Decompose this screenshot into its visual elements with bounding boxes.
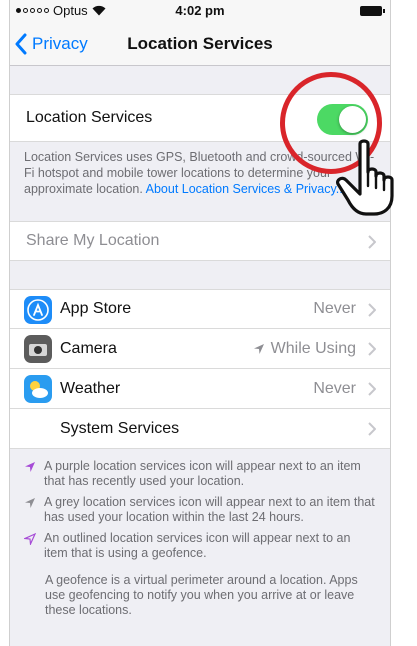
share-my-location-label: Share My Location	[26, 232, 160, 249]
location-services-label: Location Services	[26, 109, 153, 126]
note-purple: A purple location services icon will app…	[24, 459, 376, 489]
back-label: Privacy	[32, 34, 88, 53]
app-name: Camera	[60, 339, 117, 357]
location-services-description: Location Services uses GPS, Bluetooth an…	[10, 142, 390, 197]
app-row-weather[interactable]: Weather Never	[10, 369, 390, 409]
weather-icon	[24, 375, 52, 403]
navigation-bar: Privacy Location Services	[10, 22, 390, 66]
system-services-label: System Services	[60, 419, 180, 437]
note-text: A grey location services icon will appea…	[44, 495, 375, 524]
toggle-knob	[339, 106, 366, 133]
app-permission-group: While Using	[253, 340, 356, 358]
app-permission: While Using	[270, 339, 356, 357]
app-permission: Never	[313, 300, 356, 317]
chevron-right-icon	[368, 235, 376, 249]
note-grey: A grey location services icon will appea…	[24, 495, 376, 525]
purple-arrow-icon	[25, 462, 35, 472]
chevron-right-icon	[368, 422, 376, 436]
app-name: Weather	[60, 379, 121, 397]
chevron-right-icon	[368, 382, 376, 396]
app-permission: Never	[313, 379, 356, 397]
status-bar: Optus 4:02 pm	[10, 0, 390, 22]
battery-icon	[360, 6, 385, 16]
share-my-location-row[interactable]: Share My Location	[10, 221, 390, 261]
about-privacy-link[interactable]: About Location Services & Privacy...	[146, 182, 347, 196]
app-store-icon	[24, 296, 52, 324]
camera-icon	[24, 335, 52, 363]
location-services-row: Location Services	[10, 94, 390, 142]
note-text: A purple location services icon will app…	[44, 459, 361, 488]
app-row-camera[interactable]: Camera While Using	[10, 329, 390, 369]
back-button[interactable]: Privacy	[14, 22, 88, 66]
geofence-note: A geofence is a virtual perimeter around…	[45, 573, 358, 617]
note-text: An outlined location services icon will …	[44, 531, 351, 560]
system-services-row[interactable]: System Services	[10, 409, 390, 449]
chevron-right-icon	[368, 342, 376, 356]
phone-screen: Optus 4:02 pm Privacy Location Services …	[9, 0, 391, 646]
status-time: 4:02 pm	[175, 3, 225, 18]
app-name: App Store	[60, 300, 132, 317]
chevron-left-icon	[15, 33, 27, 55]
note-outlined: An outlined location services icon will …	[24, 531, 376, 561]
location-arrow-icon	[253, 343, 264, 354]
legend-notes: A purple location services icon will app…	[10, 449, 390, 618]
outlined-arrow-icon	[24, 533, 36, 545]
chevron-right-icon	[368, 303, 376, 317]
grey-arrow-icon	[25, 498, 35, 508]
app-row-app-store[interactable]: App Store Never	[10, 289, 390, 329]
location-services-toggle[interactable]	[317, 104, 368, 135]
